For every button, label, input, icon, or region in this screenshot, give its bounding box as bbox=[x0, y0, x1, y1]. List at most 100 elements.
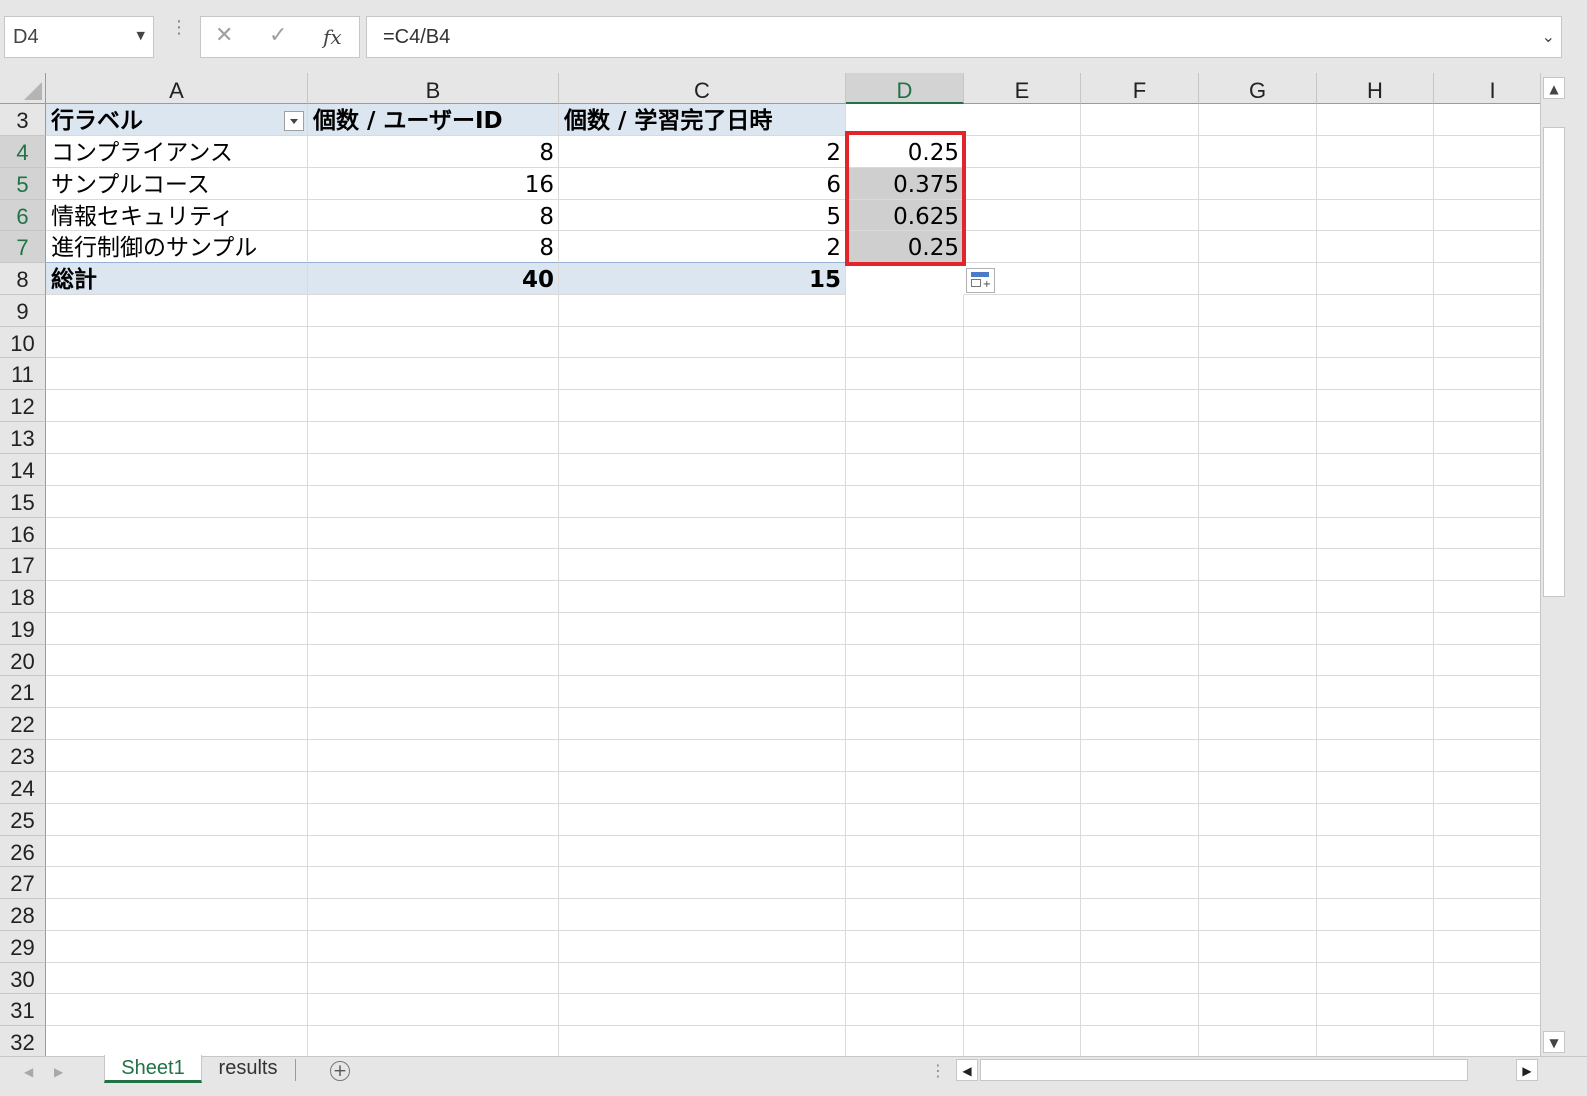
empty-cell[interactable] bbox=[964, 994, 1081, 1027]
empty-cell[interactable] bbox=[1317, 358, 1434, 391]
empty-cell[interactable] bbox=[559, 326, 846, 359]
empty-cell[interactable] bbox=[559, 708, 846, 740]
empty-cell[interactable] bbox=[1317, 1026, 1434, 1056]
row-header[interactable]: 7 bbox=[0, 231, 46, 264]
empty-cell[interactable] bbox=[46, 517, 308, 550]
row-header[interactable]: 28 bbox=[0, 899, 46, 931]
empty-cell[interactable] bbox=[1434, 104, 1540, 136]
row-header[interactable]: 4 bbox=[0, 136, 46, 168]
empty-cell[interactable] bbox=[46, 644, 308, 677]
empty-cell[interactable] bbox=[46, 994, 308, 1027]
empty-cell[interactable] bbox=[846, 390, 964, 422]
quick-analysis-icon[interactable]: + bbox=[966, 268, 995, 293]
empty-cell[interactable] bbox=[964, 422, 1081, 454]
spreadsheet-grid[interactable]: A B C D E F G H I 3 4 5 6 7 8 9 10 11 12 13 14 15 16 1… bbox=[0, 73, 1540, 1056]
empty-cell[interactable] bbox=[964, 803, 1081, 836]
empty-cell[interactable] bbox=[1081, 358, 1199, 391]
empty-cell[interactable] bbox=[46, 549, 308, 582]
empty-cell[interactable] bbox=[1081, 390, 1199, 422]
cancel-icon[interactable]: ✕ bbox=[215, 23, 233, 48]
function-icon[interactable]: fx bbox=[323, 25, 342, 49]
chevron-down-icon[interactable]: ▼ bbox=[137, 29, 145, 42]
empty-cell[interactable] bbox=[1434, 295, 1540, 327]
column-header-G[interactable]: G bbox=[1199, 73, 1317, 104]
empty-cell[interactable] bbox=[1199, 294, 1317, 327]
empty-cell[interactable] bbox=[308, 454, 559, 486]
empty-cell[interactable] bbox=[846, 422, 964, 454]
empty-cell[interactable] bbox=[1317, 390, 1434, 422]
empty-cell[interactable] bbox=[1317, 740, 1434, 772]
empty-cell[interactable] bbox=[846, 1026, 964, 1056]
empty-cell[interactable] bbox=[308, 1026, 559, 1056]
pivot-row-label[interactable]: 情報セキュリティ bbox=[46, 200, 308, 231]
vertical-scroll-thumb[interactable] bbox=[1543, 127, 1565, 597]
empty-cell[interactable] bbox=[559, 644, 846, 677]
empty-cell[interactable] bbox=[964, 772, 1081, 804]
empty-cell[interactable] bbox=[1081, 263, 1199, 295]
empty-cell[interactable] bbox=[1317, 644, 1434, 677]
empty-cell[interactable] bbox=[846, 930, 964, 963]
empty-cell[interactable] bbox=[1317, 962, 1434, 995]
empty-cell[interactable] bbox=[1199, 740, 1317, 772]
column-header-F[interactable]: F bbox=[1081, 73, 1199, 104]
empty-cell[interactable] bbox=[964, 454, 1081, 486]
empty-cell[interactable] bbox=[964, 740, 1081, 772]
horizontal-scrollbar[interactable]: ◀ ▶ bbox=[954, 1057, 1540, 1083]
empty-cell[interactable] bbox=[1317, 803, 1434, 836]
empty-cell[interactable] bbox=[1434, 422, 1540, 454]
empty-cell[interactable] bbox=[46, 294, 308, 327]
empty-cell[interactable] bbox=[1081, 231, 1199, 264]
empty-cell[interactable] bbox=[1081, 676, 1199, 709]
row-header[interactable]: 27 bbox=[0, 867, 46, 900]
empty-cell[interactable] bbox=[1317, 517, 1434, 550]
empty-cell[interactable] bbox=[1317, 549, 1434, 582]
empty-cell[interactable] bbox=[308, 772, 559, 804]
empty-cell[interactable] bbox=[1199, 549, 1317, 582]
pivot-row-label[interactable]: 進行制御のサンプル bbox=[46, 231, 308, 263]
empty-cell[interactable] bbox=[964, 644, 1081, 677]
empty-cell[interactable] bbox=[1434, 486, 1540, 518]
empty-cell[interactable] bbox=[846, 676, 964, 709]
empty-cell[interactable] bbox=[1081, 294, 1199, 327]
empty-cell[interactable] bbox=[964, 612, 1081, 645]
add-sheet-icon[interactable]: + bbox=[330, 1061, 350, 1081]
empty-cell[interactable] bbox=[1081, 899, 1199, 931]
empty-cell[interactable] bbox=[1317, 167, 1434, 200]
empty-cell[interactable] bbox=[846, 803, 964, 836]
empty-cell[interactable] bbox=[1081, 867, 1199, 900]
empty-cell[interactable] bbox=[1434, 581, 1540, 613]
empty-cell[interactable] bbox=[559, 867, 846, 900]
empty-cell[interactable] bbox=[1199, 485, 1317, 518]
column-header-B[interactable]: B bbox=[308, 73, 559, 104]
empty-cell[interactable] bbox=[1317, 485, 1434, 518]
scroll-up-icon[interactable]: ▲ bbox=[1543, 77, 1565, 99]
empty-cell[interactable] bbox=[846, 835, 964, 868]
row-header[interactable]: 25 bbox=[0, 803, 46, 836]
empty-cell[interactable] bbox=[1434, 994, 1540, 1027]
empty-cell[interactable] bbox=[1199, 390, 1317, 422]
empty-cell[interactable] bbox=[846, 517, 964, 550]
empty-cell[interactable] bbox=[1434, 200, 1540, 232]
pivot-cell-c[interactable]: 6 bbox=[559, 168, 846, 200]
empty-cell[interactable] bbox=[1081, 962, 1199, 995]
horizontal-scroll-thumb[interactable] bbox=[980, 1059, 1468, 1081]
empty-cell[interactable] bbox=[1434, 963, 1540, 995]
empty-cell[interactable] bbox=[1434, 518, 1540, 550]
empty-cell[interactable] bbox=[308, 485, 559, 518]
empty-cell[interactable] bbox=[46, 612, 308, 645]
empty-cell[interactable] bbox=[1434, 358, 1540, 391]
empty-cell[interactable] bbox=[846, 772, 964, 804]
empty-cell[interactable] bbox=[964, 899, 1081, 931]
row-header[interactable]: 30 bbox=[0, 962, 46, 995]
empty-cell[interactable] bbox=[559, 676, 846, 709]
empty-cell[interactable] bbox=[846, 294, 964, 327]
row-header[interactable]: 8 bbox=[0, 263, 46, 295]
empty-cell[interactable] bbox=[1317, 867, 1434, 900]
empty-cell[interactable] bbox=[1317, 930, 1434, 963]
empty-cell[interactable] bbox=[1081, 803, 1199, 836]
empty-cell[interactable] bbox=[559, 454, 846, 486]
pivot-cell-b[interactable]: 16 bbox=[308, 168, 559, 200]
empty-cell[interactable] bbox=[46, 899, 308, 931]
empty-cell[interactable] bbox=[1434, 327, 1540, 359]
empty-cell[interactable] bbox=[1081, 1026, 1199, 1056]
